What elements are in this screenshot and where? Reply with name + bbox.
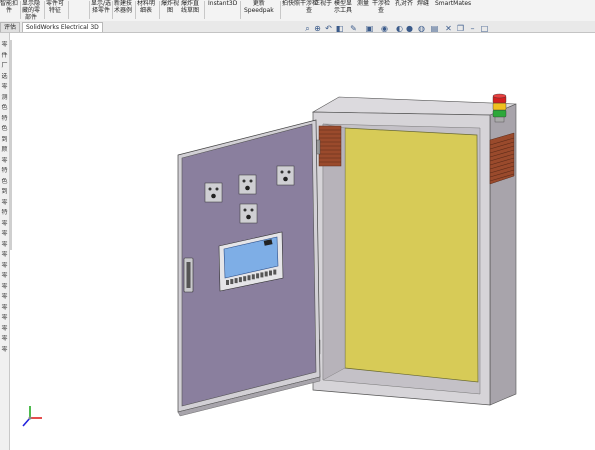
zoom-area-icon[interactable]: ⊕	[313, 24, 322, 33]
view-orientation-icon[interactable]: ▣	[365, 24, 374, 33]
apply-scene-icon[interactable]: ◍	[417, 24, 426, 33]
restore-icon[interactable]: ❐	[456, 24, 465, 33]
zoom-fit-icon[interactable]: ⌕	[303, 24, 312, 33]
selector-switch	[276, 165, 295, 186]
view-settings-icon[interactable]: ▤	[430, 24, 439, 33]
mounting-plate	[344, 127, 479, 383]
selector-switch	[238, 174, 257, 195]
section-view-icon[interactable]: ◧	[335, 24, 344, 33]
edit-appearance-icon[interactable]: ●	[405, 24, 414, 33]
dynamic-annotation-icon[interactable]: ✎	[349, 24, 358, 33]
door-handle	[183, 257, 194, 293]
display-style-icon[interactable]: ◉	[380, 24, 389, 33]
selector-switch	[204, 182, 223, 203]
hide-show-icon[interactable]: ◐	[395, 24, 404, 33]
close-icon[interactable]: ✕	[444, 24, 453, 33]
selector-switch	[239, 203, 258, 224]
minimize-icon[interactable]: –	[468, 24, 477, 33]
maximize-icon[interactable]: □	[480, 24, 489, 33]
left-vent-grille	[318, 125, 342, 167]
graphics-area[interactable]	[0, 0, 595, 450]
signal-beacon-icon	[492, 93, 507, 123]
axis-triad-icon	[22, 406, 42, 427]
right-vent-grille	[489, 132, 515, 185]
previous-view-icon[interactable]: ↶	[324, 24, 333, 33]
